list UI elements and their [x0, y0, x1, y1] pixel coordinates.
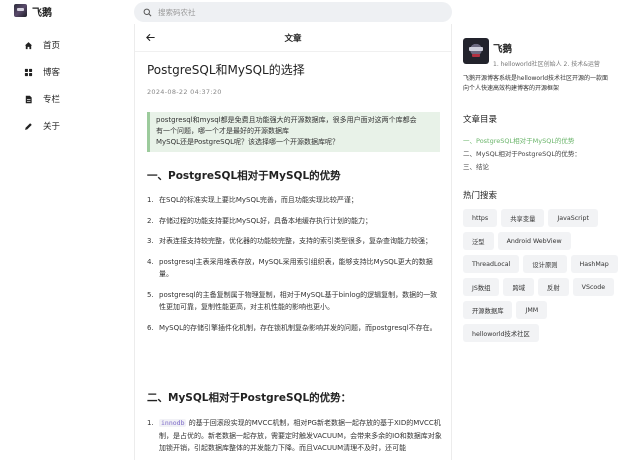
user-name[interactable]: 飞鹅 [493, 41, 512, 55]
left-nav: 首页 博客 专栏 关于 [18, 36, 118, 144]
toc-item[interactable]: 二、MySQL相对于PostgreSQL的优势： [463, 148, 623, 161]
toc-item[interactable]: 一、PostgreSQL相对于MySQL的优势 [463, 135, 623, 148]
quote-line: 有一个问题，哪一个才是最好的开源数据库 [156, 127, 289, 135]
brand-name[interactable]: 飞鹅 [32, 4, 52, 19]
section-heading: 一、PostgreSQL相对于MySQL的优势 [147, 170, 341, 182]
list-item: 2. 存储过程的功能支持要比MySQL好，具备本地缓存执行计划的能力； [147, 216, 373, 225]
top-bar: 飞鹅 [0, 0, 640, 24]
tag-chip[interactable]: VScode [572, 278, 615, 296]
section-heading: 二、MySQL相对于PostgreSQL的优势： [147, 392, 352, 404]
tag-chip[interactable]: 共享变量 [501, 209, 545, 227]
hot-search-heading: 热门搜索 [463, 191, 498, 201]
home-icon [24, 41, 33, 49]
nav-item-label: 博客 [43, 68, 61, 78]
list-item: 4. postgresql主表采用堆表存放，MySQL采用索引组织表，能够支持比M… [147, 257, 433, 279]
search-box[interactable] [134, 2, 452, 22]
article-quote: postgresql和mysql都是免费且功能强大的开源数据库，很多用户面对这两… [147, 112, 440, 152]
logo-icon[interactable] [14, 4, 27, 17]
tag-chip[interactable]: 反射 [538, 278, 569, 296]
list-item: 6. MySQL的存储引擎插件化机制，存在锁机制复杂影响并发的问题，而postgr… [147, 323, 437, 332]
tag-chip[interactable]: HashMap [570, 255, 618, 273]
section1-list: 1. 在SQL的标准实现上要比MySQL完善，而且功能实现比较严谨； 2. 存储过程… [147, 194, 443, 334]
panel-title: 文章 [284, 34, 302, 44]
list-item: 1. innodb 的基于回滚段实现的MVCC机制，相对PG新老数据一起存放的基于… [147, 419, 442, 452]
article-header: 文章 [135, 24, 451, 52]
toc-item[interactable]: 三、结论 [463, 161, 623, 174]
tag-chip[interactable]: helloworld技术社区 [463, 324, 539, 342]
document-icon [25, 95, 32, 103]
pen-icon [25, 122, 32, 130]
tag-chip[interactable]: ThreadLocal [463, 255, 520, 273]
tag-chip[interactable]: 泛型 [463, 232, 494, 250]
list-item: 5. postgresql的主备复制属于物理复制，相对于MySQL基于binlog… [147, 290, 438, 312]
quote-line: postgresql和mysql都是免费且功能强大的开源数据库，很多用户面对这两… [156, 116, 417, 124]
section2-list: 1. innodb 的基于回滚段实现的MVCC机制，相对PG新老数据一起存放的基于… [147, 417, 443, 455]
toc-heading: 文章目录 [463, 115, 498, 125]
nav-item-home[interactable]: 首页 [18, 36, 118, 54]
tag-chip[interactable]: JS数组 [463, 278, 500, 296]
article-title: PostgreSQL和MySQL的选择 [147, 63, 305, 77]
search-icon [143, 8, 152, 16]
article-panel: 文章 PostgreSQL和MySQL的选择 2024-08-22 04:37:… [134, 24, 452, 460]
search-input[interactable] [158, 7, 438, 17]
tag-chip[interactable]: Android WebView [497, 232, 571, 250]
user-tagline: 1. helloworld社区创始人 2. 技术&运营 [493, 61, 600, 68]
nav-item-blog[interactable]: 博客 [18, 63, 118, 81]
nav-item-about[interactable]: 关于 [18, 117, 118, 135]
hot-search-tags: https 共享变量 JavaScript 泛型 Android WebView… [463, 209, 623, 342]
list-item: 3. 对表连接支持较完整，优化器的功能较完整，支持的索引类型很多，复杂查询能力较强… [147, 237, 432, 245]
avatar[interactable] [463, 38, 489, 64]
tag-chip[interactable]: 跨域 [503, 278, 535, 296]
tag-chip[interactable]: 设计原则 [523, 255, 567, 273]
quote-line: MySQL还是PostgreSQL呢？该选择哪一个开源数据库呢？ [156, 138, 340, 146]
user-description: 飞鹅开源博客系统是helloworld技术社区开源的一款面向个人快速高效构建博客… [463, 75, 609, 92]
article-date: 2024-08-22 04:37:20 [147, 88, 222, 96]
nav-item-column[interactable]: 专栏 [18, 90, 118, 108]
tag-chip[interactable]: https [463, 209, 498, 227]
tag-chip[interactable]: 开源数据库 [463, 301, 513, 319]
nav-item-label: 首页 [43, 41, 61, 51]
list-item: 1. 在SQL的标准实现上要比MySQL完善，而且功能实现比较严谨； [147, 196, 358, 204]
nav-item-label: 专栏 [43, 95, 61, 105]
inline-code: innodb [159, 419, 187, 427]
table-of-contents: 一、PostgreSQL相对于MySQL的优势 二、MySQL相对于Postgr… [463, 135, 623, 174]
tag-chip[interactable]: JMM [516, 301, 548, 319]
grid-icon [24, 68, 33, 76]
tag-chip[interactable]: JavaScript [548, 209, 598, 227]
nav-item-label: 关于 [43, 122, 61, 132]
